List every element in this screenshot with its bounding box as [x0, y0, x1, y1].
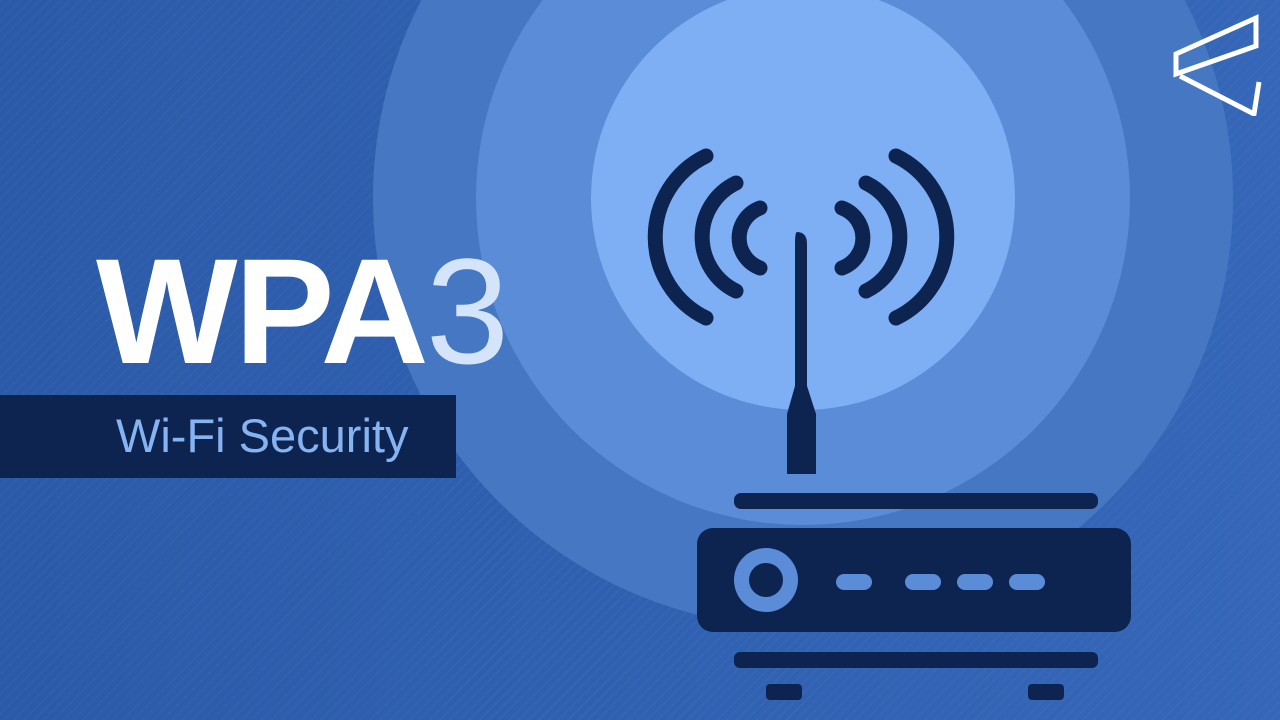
router-power-button-center	[749, 563, 783, 597]
signal-wave-right-inner	[834, 200, 871, 276]
signal-wave-left-middle	[694, 175, 744, 299]
wifi-router-icon	[647, 148, 1131, 700]
router-foot-left	[766, 684, 802, 700]
signal-wave-left-inner	[731, 200, 768, 276]
router-foot-right	[1028, 684, 1064, 700]
signal-wave-right-middle	[858, 175, 908, 299]
router-indicator-light	[1009, 574, 1045, 590]
router-antenna	[787, 232, 816, 474]
router-indicator-light	[957, 574, 993, 590]
router-indicator-light	[836, 574, 872, 590]
router-indicator-light	[905, 574, 941, 590]
brand-logo-icon	[1173, 14, 1262, 116]
router-top-plate	[734, 493, 1098, 509]
router-base-plate	[734, 652, 1098, 668]
thumbnail-canvas: WPA3 Wi-Fi Security	[0, 0, 1280, 720]
